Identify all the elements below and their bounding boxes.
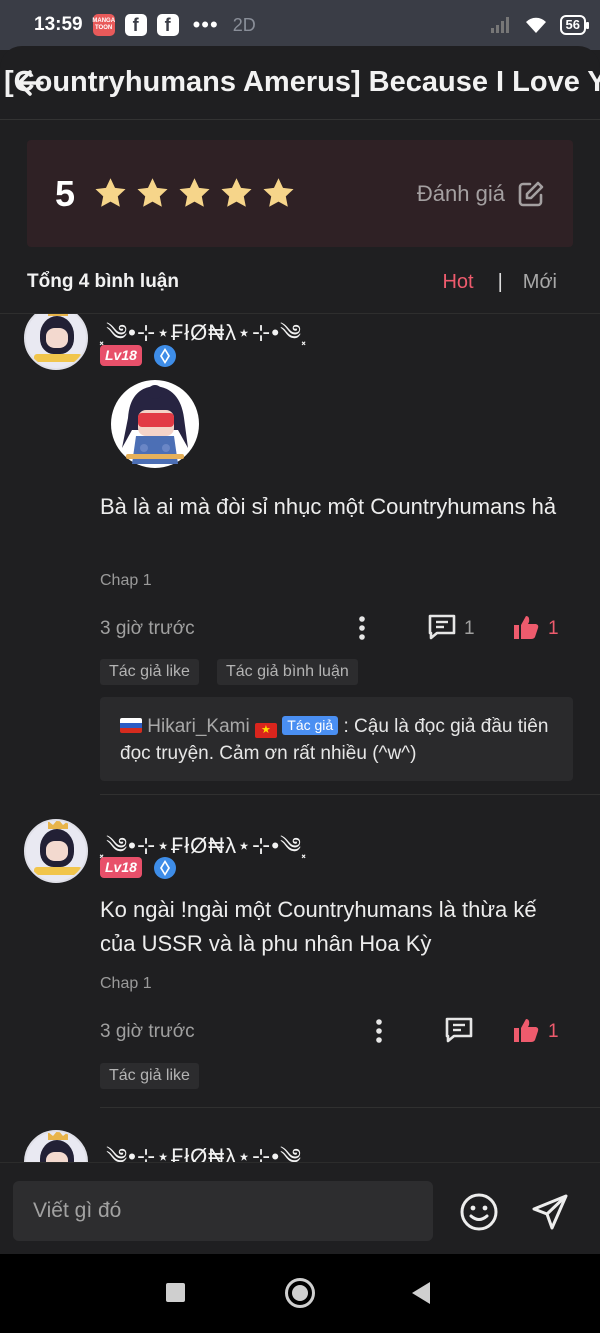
thumbs-up-icon[interactable] xyxy=(512,1017,540,1043)
background-text: 2D xyxy=(232,14,256,35)
russia-flag-icon xyxy=(120,718,142,733)
comment-text: Bà là ai mà đòi sỉ nhục một Countryhuman… xyxy=(100,494,557,519)
avatar[interactable] xyxy=(24,314,88,370)
comments-header: Tổng 4 bình luận Hot | Mới xyxy=(27,266,557,298)
like-count: 1 xyxy=(548,618,559,639)
back-button[interactable] xyxy=(412,1282,430,1304)
facebook-icon: f xyxy=(156,14,179,36)
vietnam-flag-icon: ★ xyxy=(254,723,277,738)
comments-count: Tổng 4 bình luận xyxy=(27,271,179,292)
comment-chapter[interactable]: Chap 1 xyxy=(100,572,152,590)
author-like-tag: Tác giả like xyxy=(100,659,199,685)
sort-tabs: Hot | Mới xyxy=(442,271,557,294)
comment-input[interactable] xyxy=(13,1181,433,1241)
sort-hot-tab[interactable]: Hot xyxy=(442,271,473,294)
divider xyxy=(100,794,600,795)
rating-value: 5 xyxy=(55,172,76,214)
comment-composer xyxy=(0,1162,600,1254)
star-icon xyxy=(137,178,168,207)
home-button[interactable] xyxy=(285,1278,315,1308)
comment-time: 3 giờ trước xyxy=(100,1021,195,1042)
like-count: 1 xyxy=(548,1021,559,1042)
diamond-badge-icon xyxy=(154,345,176,367)
author-reply[interactable]: Hikari_Kami ★ Tác giả : Cậu là đọc giả đ… xyxy=(100,697,573,781)
diamond-badge-icon xyxy=(154,857,176,879)
status-bar: 13:59 MANGA TOON f f ••• 2D 56 xyxy=(0,0,600,50)
author-comment-tag: Tác giả bình luận xyxy=(217,659,358,685)
more-notifications-icon: ••• xyxy=(192,12,219,37)
emoji-icon[interactable] xyxy=(459,1192,499,1232)
edit-icon xyxy=(518,181,544,206)
chibi-sticker-image xyxy=(111,380,199,468)
battery-icon: 56 xyxy=(559,15,590,35)
comment-chapter[interactable]: Chap 1 xyxy=(100,975,152,993)
system-nav-bar xyxy=(0,1254,600,1333)
star-icon xyxy=(179,178,210,207)
comment-text: Ko ngài !ngài một Countryhumans là thừa … xyxy=(100,897,537,956)
reply-count: 1 xyxy=(464,618,475,639)
back-arrow-icon[interactable] xyxy=(12,68,48,98)
rating-card: 5 Đánh giá xyxy=(27,140,573,247)
divider xyxy=(100,1107,600,1108)
sort-new-tab[interactable]: Mới xyxy=(523,271,557,294)
more-options-icon[interactable] xyxy=(374,1018,384,1044)
manga-app-icon: MANGA TOON xyxy=(92,14,115,36)
level-badge: Lv18 xyxy=(100,345,142,366)
reply-icon[interactable] xyxy=(427,613,457,641)
author-badge: Tác giả xyxy=(282,716,339,735)
star-icon xyxy=(221,178,252,207)
facebook-icon: f xyxy=(124,14,147,36)
level-badge: Lv18 xyxy=(100,857,142,878)
star-icon xyxy=(263,178,294,207)
recents-button[interactable] xyxy=(166,1283,185,1302)
more-options-icon[interactable] xyxy=(357,615,367,641)
comment-username[interactable]: ⸼༄•⊹⋆₣łØ₦λ⋆⊹•༄⸼ xyxy=(100,1132,308,1162)
rate-button-label: Đánh giá xyxy=(416,180,505,206)
star-icon xyxy=(95,178,126,207)
sort-divider: | xyxy=(497,270,503,293)
wifi-icon xyxy=(525,17,546,33)
rate-button[interactable]: Đánh giá xyxy=(417,180,545,208)
signal-icon xyxy=(490,17,509,33)
title-bar: [Countryhumans Amerus] Because I Love Y.… xyxy=(0,46,600,120)
comments-screen: 13:59 MANGA TOON f f ••• 2D 56 [Countryh… xyxy=(0,0,600,1333)
thumbs-up-icon[interactable] xyxy=(512,614,540,640)
reply-author-name[interactable]: Hikari_Kami xyxy=(147,716,249,737)
page-title: [Countryhumans Amerus] Because I Love Y.… xyxy=(4,66,600,98)
status-time: 13:59 xyxy=(34,14,83,35)
comment-time: 3 giờ trước xyxy=(100,618,195,639)
send-icon[interactable] xyxy=(530,1192,570,1232)
author-like-tag: Tác giả like xyxy=(100,1063,199,1089)
avatar[interactable] xyxy=(24,1130,88,1162)
reply-icon[interactable] xyxy=(444,1016,474,1044)
avatar[interactable] xyxy=(24,819,88,883)
rating-stars xyxy=(93,176,296,211)
comment-list[interactable]: ⸼༄•⊹⋆₣łØ₦λ⋆⊹•༄⸼ Lv18 Bà là ai mà đòi sỉ … xyxy=(0,314,600,1162)
